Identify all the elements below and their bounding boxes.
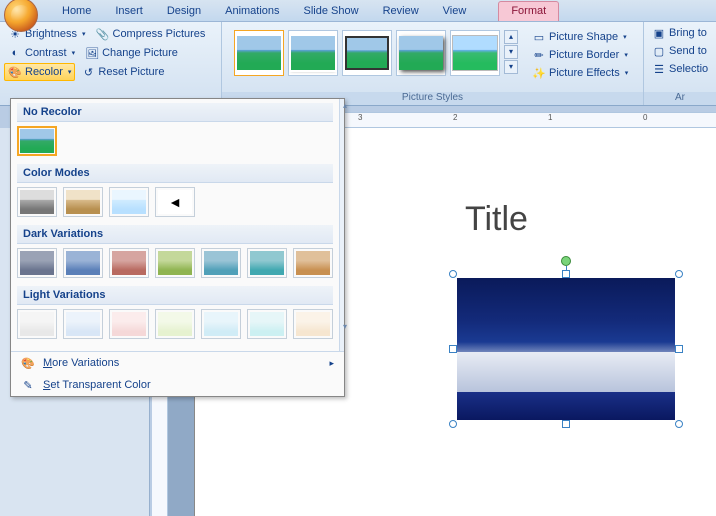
change-picture-button[interactable]: 🖼Change Picture — [81, 44, 182, 62]
recolor-swatch[interactable] — [17, 248, 57, 278]
tab-view[interactable]: View — [431, 2, 479, 21]
tab-context-format[interactable]: Format — [498, 1, 559, 21]
recolor-swatch[interactable]: ◄ — [155, 187, 195, 217]
resize-handle-se[interactable] — [675, 420, 683, 428]
recolor-swatch[interactable] — [17, 309, 57, 339]
ribbon: ☀Brightness▾ 📎Compress Pictures ◐Contras… — [0, 22, 716, 106]
picture-style-thumb[interactable] — [234, 30, 284, 76]
group-picture-styles: ▴ ▾ ▾ ▭Picture Shape▾ ✏Picture Border▾ ✨… — [222, 22, 644, 105]
reset-picture-button[interactable]: ↺Reset Picture — [77, 63, 168, 81]
chevron-down-icon: ▾ — [82, 30, 86, 38]
recolor-swatch[interactable] — [247, 248, 287, 278]
picture-effects-button[interactable]: ✨Picture Effects▾ — [528, 64, 632, 82]
send-to-back-button[interactable]: ▢Send to — [648, 42, 712, 60]
contrast-button[interactable]: ◐Contrast▾ — [4, 44, 79, 62]
gallery-down[interactable]: ▾ — [504, 45, 518, 59]
recolor-swatch[interactable] — [109, 248, 149, 278]
recolor-swatch[interactable] — [109, 187, 149, 217]
ruler-tick: 0 — [643, 113, 647, 127]
section-color-modes: Color Modes — [17, 164, 333, 183]
ribbon-tabstrip: HomeInsertDesignAnimationsSlide ShowRevi… — [0, 0, 716, 22]
set-transparent-color-item[interactable]: ✎ SSet Transparent Coloret Transparent C… — [11, 374, 344, 396]
section-light-variations: Light Variations — [17, 286, 333, 305]
selected-picture[interactable] — [453, 274, 679, 424]
ruler-tick: 1 — [548, 113, 552, 127]
recolor-swatch[interactable] — [247, 309, 287, 339]
picture-style-gallery: ▴ ▾ ▾ — [226, 24, 526, 82]
tab-animations[interactable]: Animations — [213, 2, 291, 21]
recolor-swatch[interactable] — [201, 248, 241, 278]
gallery-more[interactable]: ▾ — [504, 60, 518, 74]
resize-handle-sw[interactable] — [449, 420, 457, 428]
recolor-swatch[interactable] — [63, 187, 103, 217]
recolor-swatch[interactable] — [63, 309, 103, 339]
picture-style-thumb[interactable] — [396, 30, 446, 76]
recolor-icon: 🎨 — [8, 65, 22, 79]
chevron-up-icon: ▴ — [343, 101, 347, 110]
picture-style-thumb[interactable] — [288, 30, 338, 76]
recolor-swatch[interactable] — [109, 309, 149, 339]
recolor-swatch[interactable] — [155, 309, 195, 339]
reset-icon: ↺ — [81, 65, 95, 79]
effects-icon: ✨ — [532, 66, 546, 80]
compress-icon: 📎 — [96, 27, 110, 41]
recolor-swatch[interactable] — [293, 248, 333, 278]
recolor-swatch[interactable] — [63, 248, 103, 278]
gallery-up[interactable]: ▴ — [504, 30, 518, 44]
resize-handle-n[interactable] — [562, 270, 570, 278]
resize-handle-ne[interactable] — [675, 270, 683, 278]
recolor-dropdown: No Recolor Color Modes ◄ Dark Variations… — [10, 98, 345, 397]
picture-content — [457, 278, 675, 420]
tab-insert[interactable]: Insert — [103, 2, 155, 21]
recolor-swatch[interactable] — [17, 187, 57, 217]
picture-style-thumb[interactable] — [342, 30, 392, 76]
compress-pictures-button[interactable]: 📎Compress Pictures — [92, 25, 210, 43]
resize-handle-e[interactable] — [675, 345, 683, 353]
bring-to-front-button[interactable]: ▣Bring to — [648, 24, 712, 42]
dropdown-scrollbar[interactable]: ▴ ▾ — [339, 99, 344, 351]
eyedropper-icon: ✎ — [21, 378, 35, 392]
picture-style-thumb[interactable] — [450, 30, 500, 76]
gallery-scroll: ▴ ▾ ▾ — [504, 30, 518, 76]
border-icon: ✏ — [532, 48, 546, 62]
tab-slide-show[interactable]: Slide Show — [292, 2, 371, 21]
selection-pane-button[interactable]: ☰Selectio — [648, 60, 712, 78]
rotate-handle[interactable] — [561, 256, 571, 266]
tab-review[interactable]: Review — [371, 2, 431, 21]
more-variations-item[interactable]: 🎨 MMore Variationsore Variations ▸ — [11, 352, 344, 374]
resize-handle-w[interactable] — [449, 345, 457, 353]
picture-shape-button[interactable]: ▭Picture Shape▾ — [528, 28, 632, 46]
recolor-swatch[interactable] — [201, 309, 241, 339]
back-icon: ▢ — [652, 44, 666, 58]
recolor-swatch[interactable] — [293, 309, 333, 339]
resize-handle-nw[interactable] — [449, 270, 457, 278]
slide-title-placeholder[interactable]: Title — [465, 200, 528, 239]
selection-icon: ☰ — [652, 62, 666, 76]
palette-icon: 🎨 — [21, 356, 35, 370]
change-picture-icon: 🖼 — [85, 46, 99, 60]
ruler-tick: 2 — [453, 113, 457, 127]
resize-handle-s[interactable] — [562, 420, 570, 428]
section-no-recolor: No Recolor — [17, 103, 333, 122]
group-arrange: ▣Bring to ▢Send to ☰Selectio Ar — [644, 22, 716, 105]
chevron-down-icon: ▾ — [68, 68, 72, 76]
contrast-icon: ◐ — [8, 46, 22, 60]
tab-design[interactable]: Design — [155, 2, 213, 21]
shape-icon: ▭ — [532, 30, 546, 44]
chevron-right-icon: ▸ — [329, 358, 334, 369]
section-dark-variations: Dark Variations — [17, 225, 333, 244]
tab-home[interactable]: Home — [50, 2, 103, 21]
group-label: Ar — [644, 92, 716, 105]
group-adjust: ☀Brightness▾ 📎Compress Pictures ◐Contras… — [0, 22, 222, 105]
picture-border-button[interactable]: ✏Picture Border▾ — [528, 46, 632, 64]
front-icon: ▣ — [652, 26, 666, 40]
chevron-down-icon: ▾ — [72, 49, 76, 57]
recolor-swatch[interactable] — [155, 248, 195, 278]
recolor-swatch[interactable] — [17, 126, 57, 156]
chevron-down-icon: ▾ — [343, 322, 347, 331]
recolor-button[interactable]: 🎨Recolor▾ — [4, 63, 75, 81]
ruler-tick: 3 — [358, 113, 362, 127]
